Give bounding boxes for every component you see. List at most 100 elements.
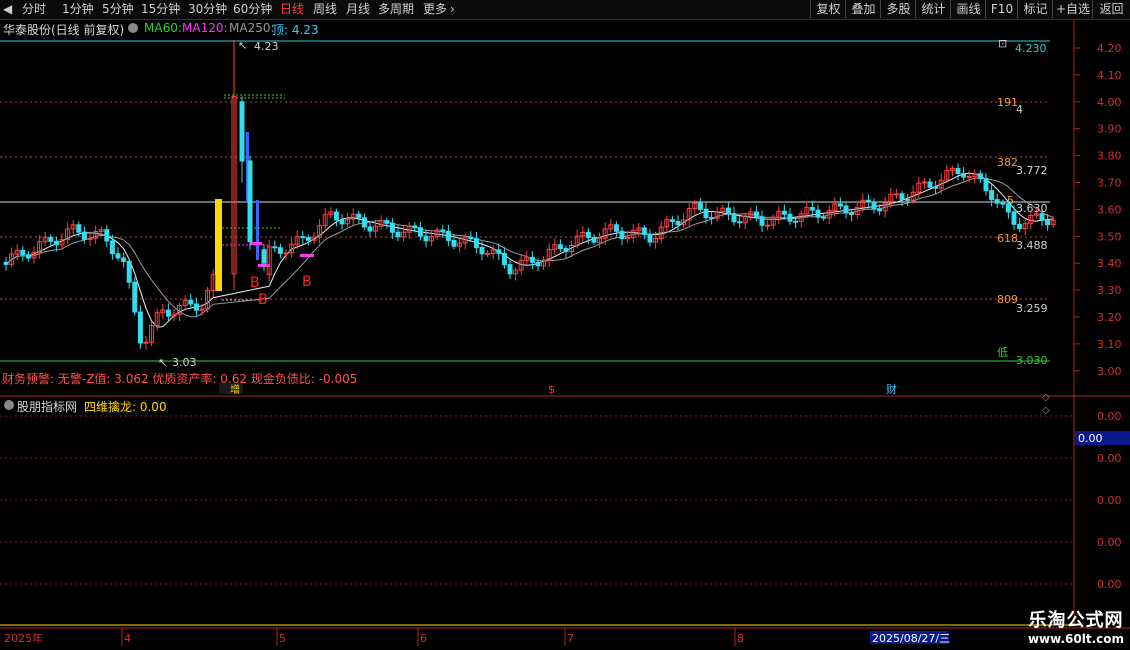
sub-indicator-value: 四维擒龙: 0.00 xyxy=(84,400,167,414)
candle-body xyxy=(339,219,345,225)
candle-body xyxy=(25,254,31,259)
cursor-date: 2025/08/27/三 xyxy=(872,632,950,645)
candle-body xyxy=(809,207,815,211)
price-axis-label: 3.80 xyxy=(1097,150,1122,163)
candle-body xyxy=(703,208,709,219)
candle-body xyxy=(473,238,479,249)
candle-body xyxy=(109,240,115,255)
candle-body xyxy=(725,207,731,215)
candlestick-chart[interactable]: 4.20 4.10 4.00 3.90 3.80 3.70 3.60 3.50 3.40 3.30… xyxy=(0,0,1130,650)
candle-body xyxy=(48,236,54,242)
financial-warning-line: 财务预警: 无警-Z值: 3.062 优质资产率: 0.62 现金负债比: -0… xyxy=(2,372,358,386)
price-axis-label: 4.10 xyxy=(1097,69,1122,82)
candle-body xyxy=(501,252,507,266)
candle-body xyxy=(961,173,967,178)
candle-body xyxy=(849,212,855,215)
candle-body xyxy=(356,213,362,219)
sub-current-value: 0.00 xyxy=(1078,432,1103,445)
low-level-label: 低 xyxy=(997,346,1008,359)
candle-body xyxy=(272,246,278,249)
candle-body xyxy=(994,199,1000,204)
candle-body xyxy=(675,220,681,226)
sub-settings-circle-icon[interactable] xyxy=(4,400,14,410)
ma-line-grey xyxy=(5,177,1054,318)
sub-axis-label: 0.00 xyxy=(1097,578,1122,591)
price-axis-label: 3.10 xyxy=(1097,338,1122,351)
price-axis-label: 4.20 xyxy=(1097,42,1122,55)
candle-body xyxy=(781,210,787,215)
panel-chevron-icon-2: ◇ xyxy=(1042,405,1050,416)
fib-809-value: 3.259 xyxy=(1016,302,1048,315)
candle-body xyxy=(865,199,871,203)
candle-body xyxy=(507,264,513,275)
candle-body xyxy=(485,252,491,255)
fib-191-label: 191 xyxy=(997,96,1018,109)
candle-body xyxy=(451,239,457,247)
candle-body xyxy=(300,236,306,239)
candle-body xyxy=(193,303,199,311)
candle-body xyxy=(367,226,373,232)
candle-body xyxy=(837,203,843,207)
candle-body xyxy=(955,168,961,175)
panel-chevron-icon: ◇ xyxy=(1042,392,1050,403)
candle-body xyxy=(613,224,619,232)
price-axis-label: 3.60 xyxy=(1097,203,1122,216)
signal-bar-blue-2 xyxy=(256,200,259,260)
fib-618-label: 618 xyxy=(997,232,1018,245)
x-axis-ticks xyxy=(121,628,736,646)
signal-bar xyxy=(215,199,222,291)
candle-body xyxy=(137,311,143,344)
candle-body xyxy=(53,240,59,246)
candle-body xyxy=(384,220,390,224)
candle-body xyxy=(1000,202,1006,205)
candle-body xyxy=(165,309,171,317)
price-axis-label: 3.30 xyxy=(1097,284,1122,297)
fib-382-label: 382 xyxy=(997,156,1018,169)
candle-body xyxy=(132,281,138,313)
candle-body xyxy=(753,211,759,218)
candle-body xyxy=(877,208,883,212)
candle-body xyxy=(115,253,121,259)
fib-500-label: 5 xyxy=(1007,194,1014,207)
sub-axis-label: 0.00 xyxy=(1097,410,1122,423)
low-arrow-icon: ↖ xyxy=(158,356,167,369)
sub-indicator-source[interactable]: 股朋指标网 xyxy=(17,398,77,415)
candle-body xyxy=(933,186,939,189)
candle-body xyxy=(143,341,149,344)
candle-body xyxy=(468,236,474,240)
candle-body xyxy=(793,220,799,223)
candle-body xyxy=(759,216,765,226)
candle-body xyxy=(709,217,715,220)
price-axis-label: 3.40 xyxy=(1097,257,1122,270)
x-month-6: 6 xyxy=(420,632,427,645)
price-axis: 4.20 4.10 4.00 3.90 3.80 3.70 3.60 3.50 3.40 3.30… xyxy=(1074,42,1122,378)
candle-body xyxy=(283,252,289,255)
candles-group xyxy=(3,39,1056,350)
price-axis-label: 4.00 xyxy=(1097,96,1122,109)
fib-809-label: 809 xyxy=(997,293,1018,306)
candle-body xyxy=(977,173,983,180)
magenta-marker-3 xyxy=(300,254,314,257)
low-annotation: 3.03 xyxy=(172,356,197,369)
candle-body xyxy=(1045,219,1051,226)
candle-body xyxy=(585,231,591,238)
candle-body xyxy=(76,224,82,233)
x-year-label: 2025年 xyxy=(4,631,43,645)
candle-body xyxy=(277,247,283,254)
candle-body xyxy=(305,236,311,241)
candle-body xyxy=(389,222,395,233)
x-month-8: 8 xyxy=(737,632,744,645)
fib-500-value: 3.630 xyxy=(1016,202,1048,215)
sub-grid xyxy=(0,415,1074,585)
candle-body xyxy=(641,227,647,236)
candle-body xyxy=(871,201,877,210)
candle-body xyxy=(395,231,401,238)
magenta-marker xyxy=(250,242,262,245)
buy-signal-b3: B xyxy=(302,274,312,290)
event-mark-finance: 财 xyxy=(886,382,897,396)
candle-body xyxy=(731,213,737,223)
candle-body xyxy=(899,193,905,200)
buy-signal-b1: B xyxy=(250,275,260,291)
candle-body xyxy=(927,181,933,188)
price-axis-label: 3.20 xyxy=(1097,311,1122,324)
